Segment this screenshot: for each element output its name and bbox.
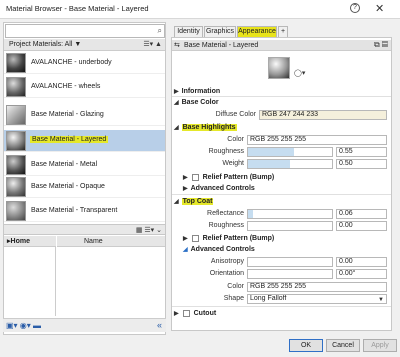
material-name: AVALANCHE - underbody (31, 59, 112, 66)
roughness-fill (248, 148, 295, 156)
divider (172, 194, 391, 195)
library-header: Project Materials: All ▼ ☰▾ ▲ (4, 39, 165, 51)
weight-slider[interactable] (247, 159, 333, 169)
library-actions-icons[interactable]: ▣▾ ◉▾ ▬ (6, 321, 41, 330)
topcoat-roughness-input[interactable]: 0.00 (336, 221, 387, 231)
relief-topcoat-checkbox[interactable] (192, 235, 199, 242)
ok-button[interactable]: OK (289, 339, 323, 352)
anisotropy-input[interactable]: 0.00 (336, 257, 387, 267)
chevron-down-icon: ▼ (378, 297, 384, 303)
topcoat-roughness-slider[interactable] (247, 221, 333, 231)
shape-label: Shape (223, 295, 244, 302)
apply-button[interactable]: Apply (363, 339, 397, 352)
tab-identity[interactable]: Identity (174, 26, 203, 37)
material-thumbnail (6, 201, 26, 221)
section-relief-pattern[interactable]: ▶ Relief Pattern (Bump) (183, 174, 274, 181)
search-icon: ⌕ (157, 26, 162, 35)
material-thumbnail (6, 131, 26, 151)
section-base-highlights[interactable]: ◢ Base Highlights (174, 124, 237, 131)
section-relief-pattern-topcoat[interactable]: ▶ Relief Pattern (Bump) (183, 235, 274, 242)
section-base-color[interactable]: ◢ Base Color (174, 99, 219, 106)
material-row[interactable]: Base Material - Metal (4, 154, 165, 176)
anisotropy-slider[interactable] (247, 257, 333, 267)
material-name: Base Material - Layered (30, 136, 109, 143)
section-advanced-controls-topcoat[interactable]: ◢ Advanced Controls (183, 246, 255, 253)
material-row-selected[interactable]: Base Material - Layered (4, 130, 165, 152)
window-title: Material Browser - Base Material - Layer… (6, 4, 149, 13)
weight-label: Weight (222, 160, 244, 167)
tree-header[interactable]: ▸Home (4, 236, 56, 247)
material-row[interactable]: Base Material - Transparent (4, 200, 165, 222)
material-row[interactable]: Base Material - Glazing (4, 104, 165, 126)
asset-header: ⇆ Base Material - Layered ⧉ ▤ (172, 40, 391, 51)
search-input[interactable]: ⌕ (5, 24, 165, 38)
help-icon[interactable]: ? (350, 3, 360, 13)
orientation-slider[interactable] (247, 269, 333, 279)
anisotropy-label: Anisotropy (210, 258, 244, 265)
close-icon[interactable]: ✕ (375, 2, 384, 15)
material-thumbnail (6, 53, 26, 73)
roughness-slider[interactable] (247, 147, 333, 157)
divider (172, 306, 391, 307)
weight-fill (248, 160, 290, 168)
reflectance-fill (248, 210, 254, 218)
tab-add[interactable]: + (278, 26, 288, 37)
highlight-color-field[interactable]: RGB 255 255 255 (247, 135, 387, 145)
material-title: Base Material - Layered (184, 42, 259, 49)
name-column-header[interactable]: Name (57, 236, 165, 247)
view-options-icon[interactable]: ☰▾ ▲ (143, 40, 162, 48)
material-name: Base Material - Opaque (31, 183, 105, 190)
cancel-button[interactable]: Cancel (326, 339, 360, 352)
material-name: Base Material - Transparent (31, 207, 118, 214)
material-thumbnail (6, 77, 26, 97)
roughness-input[interactable]: 0.55 (336, 147, 387, 157)
tab-appearance[interactable]: Appearance (237, 26, 277, 37)
library-list: Name (57, 236, 165, 316)
library-filter-label[interactable]: Project Materials: All ▼ (9, 41, 81, 48)
section-advanced-controls[interactable]: ▶ Advanced Controls (183, 185, 255, 192)
roughness-label: Roughness (208, 148, 244, 155)
advanced-color-field[interactable]: RGB 255 255 255 (247, 282, 387, 292)
diffuse-color-label: Diffuse Color (215, 111, 256, 118)
shape-select[interactable]: Long Falloff ▼ (247, 294, 387, 304)
material-row[interactable]: AVALANCHE - wheels (4, 76, 165, 98)
diffuse-color-field[interactable]: RGB 247 244 233 (259, 110, 387, 120)
material-name: AVALANCHE - wheels (31, 83, 101, 90)
library-view-icons[interactable]: ▦ ☰▾ ⌄ (136, 226, 162, 234)
asset-tools-icons[interactable]: ⧉ ▤ (374, 40, 388, 50)
library-toolbar: ▦ ☰▾ ⌄ (4, 224, 165, 235)
material-row[interactable]: AVALANCHE - underbody (4, 52, 165, 74)
relief-checkbox[interactable] (192, 174, 199, 181)
swap-icon[interactable]: ⇆ (174, 41, 180, 49)
advanced-color-label: Color (227, 283, 244, 290)
topcoat-roughness-label: Roughness (208, 222, 244, 229)
library-bottom-bar: ▣▾ ◉▾ ▬ « (3, 318, 166, 332)
reflectance-label: Reflectance (207, 210, 244, 217)
orientation-label: Orientation (209, 270, 244, 277)
divider (172, 96, 391, 97)
library-tree: ▸Home (4, 236, 56, 316)
material-name: Base Material - Metal (31, 161, 98, 168)
filter-icon[interactable]: ▼ (74, 41, 81, 48)
highlight-color-label: Color (227, 136, 244, 143)
preview-options-icon[interactable]: ◯▾ (294, 69, 305, 77)
preview-sphere (268, 57, 290, 79)
material-name: Base Material - Glazing (31, 111, 104, 118)
reflectance-slider[interactable] (247, 209, 333, 219)
title-bar: Material Browser - Base Material - Layer… (0, 0, 400, 18)
material-thumbnail (6, 177, 26, 197)
material-row[interactable]: Base Material - Opaque (4, 176, 165, 198)
section-information[interactable]: ▶ Information (174, 88, 220, 95)
section-top-coat[interactable]: ◢ Top Coat (174, 198, 214, 205)
cutout-checkbox[interactable] (183, 310, 190, 317)
reflectance-input[interactable]: 0.06 (336, 209, 387, 219)
orientation-input[interactable]: 0.00° (336, 269, 387, 279)
section-cutout[interactable]: ▶ Cutout (174, 310, 216, 317)
material-thumbnail (6, 155, 26, 175)
material-thumbnail (6, 105, 26, 125)
collapse-icon[interactable]: « (157, 320, 162, 330)
tab-graphics[interactable]: Graphics (204, 26, 236, 37)
weight-input[interactable]: 0.50 (336, 159, 387, 169)
